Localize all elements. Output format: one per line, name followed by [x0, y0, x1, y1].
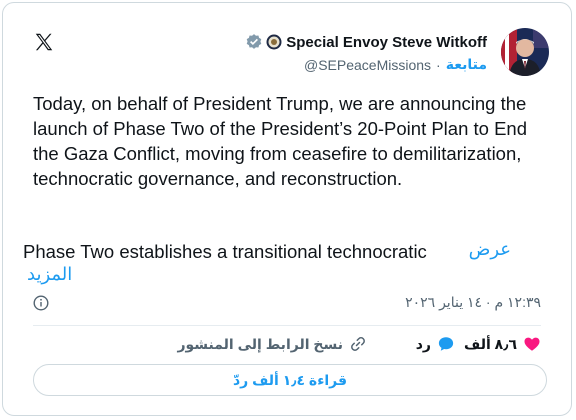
action-bar: ٨٫٦ ألف رد نسخ الرابط إلى المنشور [33, 335, 541, 357]
reply-icon [438, 337, 454, 351]
copy-link-button[interactable]: نسخ الرابط إلى المنشور [177, 335, 367, 353]
avatar[interactable] [501, 28, 549, 76]
info-icon[interactable] [33, 295, 49, 311]
reply-button[interactable]: رد [416, 335, 455, 353]
tweet-timestamp[interactable]: ١٢:٣٩ م · ١٤ يناير ٢٠٢٦ [405, 294, 541, 311]
tweet-text: Today, on behalf of President Trump, we … [33, 93, 527, 189]
verified-badge-icon [246, 34, 262, 49]
divider [33, 325, 541, 326]
avatar-photo [501, 28, 549, 76]
heart-icon [524, 337, 540, 351]
handle-row: @SEPeaceMissions · متابعة [304, 56, 487, 73]
separator-dot: · [436, 56, 441, 73]
author-name-row[interactable]: Special Envoy Steve Witkoff [245, 33, 487, 51]
reply-label: رد [415, 335, 431, 352]
show-more-link[interactable]: عرض [469, 239, 511, 260]
link-icon [351, 337, 365, 351]
seal-icon [266, 34, 282, 50]
x-logo-icon[interactable] [33, 31, 55, 53]
author-name: Special Envoy Steve Witkoff [286, 33, 487, 51]
author-handle[interactable]: @SEPeaceMissions [304, 57, 431, 73]
show-more-link-cont[interactable]: المزيد [27, 264, 72, 285]
follow-button[interactable]: متابعة [446, 56, 487, 73]
like-button[interactable]: ٨٫٦ ألف [464, 335, 541, 353]
read-replies-button[interactable]: قراءة ١٫٤ ألف ردّ [33, 364, 547, 396]
tweet-card: Special Envoy Steve Witkoff @SEPeaceMiss… [2, 2, 572, 416]
copy-link-label: نسخ الرابط إلى المنشور [177, 335, 343, 352]
like-count: ٨٫٦ ألف [464, 335, 517, 352]
